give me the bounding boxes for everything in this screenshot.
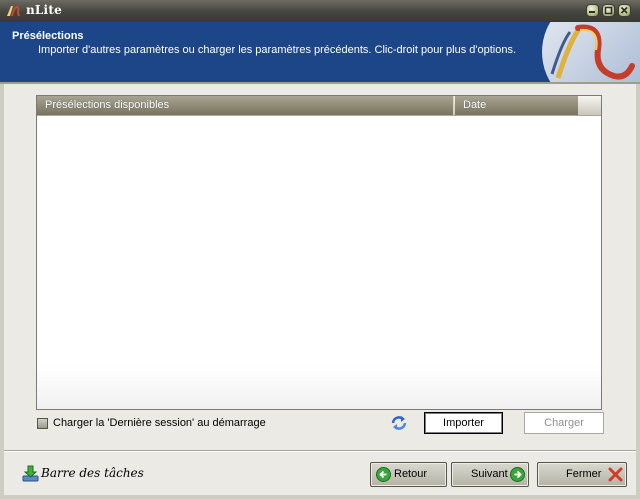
close-button[interactable]: Fermer	[537, 462, 627, 487]
list-body[interactable]	[37, 116, 601, 409]
next-label: Suivant	[471, 468, 508, 480]
import-button[interactable]: Importer	[424, 412, 503, 434]
back-button[interactable]: Retour	[370, 462, 447, 487]
taskbar-label: Barre des tâches	[41, 466, 144, 480]
window-title-bar[interactable]: nLite	[0, 0, 640, 22]
window-frame-bottom	[0, 495, 640, 499]
back-arrow-icon	[376, 467, 391, 482]
load-button[interactable]: Charger	[524, 412, 604, 434]
nlite-logo	[542, 22, 640, 82]
close-label: Fermer	[566, 468, 602, 480]
column-header-date[interactable]: Date	[455, 96, 578, 115]
presets-list[interactable]: Présélections disponibles Date	[36, 95, 602, 410]
maximize-icon[interactable]	[602, 4, 615, 17]
list-header: Présélections disponibles Date	[37, 96, 601, 116]
next-button[interactable]: Suivant	[451, 462, 529, 487]
footer-divider-highlight	[4, 451, 636, 452]
load-last-session-checkbox[interactable]	[37, 418, 48, 429]
close-icon[interactable]	[618, 4, 631, 17]
minimize-icon[interactable]	[586, 4, 599, 17]
download-arrow-icon	[22, 465, 39, 482]
back-label: Retour	[394, 468, 428, 480]
next-arrow-icon	[510, 467, 525, 482]
window-frame-right	[636, 84, 640, 499]
page-description: Importer d'autres paramètres ou charger …	[38, 44, 517, 56]
wizard-header: Présélections Importer d'autres paramètr…	[0, 22, 640, 82]
page-title: Présélections	[12, 30, 84, 42]
nlite-app-icon	[7, 5, 20, 17]
refresh-icon[interactable]	[390, 415, 408, 431]
load-last-session-label[interactable]: Charger la 'Dernière session' au démarra…	[53, 417, 266, 429]
close-x-icon	[608, 467, 623, 482]
column-header-presets[interactable]: Présélections disponibles	[37, 96, 454, 115]
window-title: nLite	[26, 3, 62, 17]
